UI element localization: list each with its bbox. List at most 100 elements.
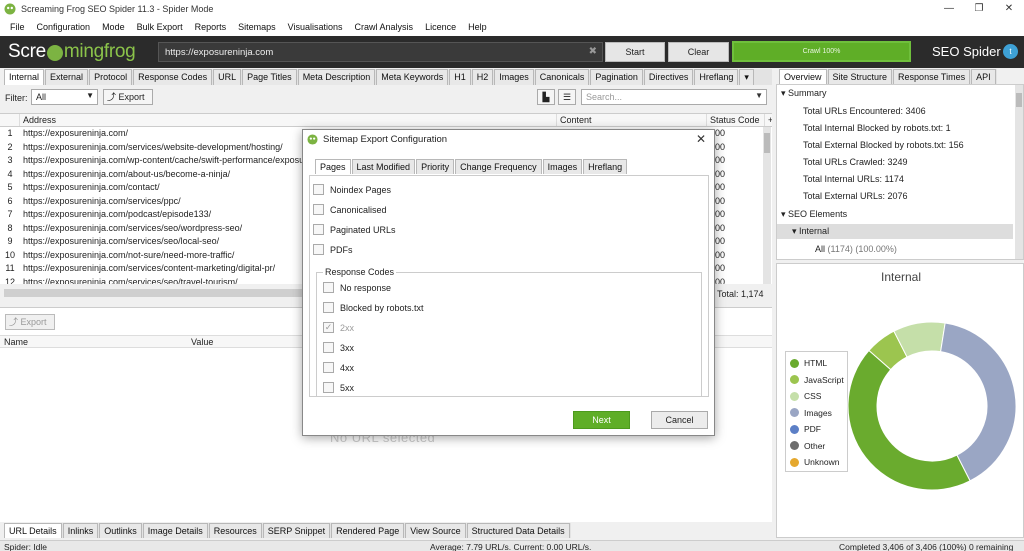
checkbox-box[interactable] — [323, 282, 334, 293]
tab-internal[interactable]: Internal — [4, 69, 45, 85]
column-name[interactable]: Name — [4, 337, 28, 347]
pdfs-checkbox[interactable]: PDFs — [313, 244, 353, 255]
checkbox-box[interactable] — [313, 204, 324, 215]
clear-button[interactable]: Clear — [668, 42, 729, 62]
start-button[interactable]: Start — [605, 42, 665, 62]
menu-licence[interactable]: Licence — [419, 22, 462, 32]
summary-item[interactable]: Total External Blocked by robots.txt: 15… — [803, 140, 964, 150]
close-icon[interactable]: ✕ — [696, 132, 706, 146]
tab-canonicals[interactable]: Canonicals — [534, 69, 590, 85]
tab-external[interactable]: External — [45, 69, 89, 85]
4xx-checkbox[interactable]: 4xx — [323, 362, 354, 373]
column-content[interactable]: Content — [557, 114, 707, 126]
clear-url-icon[interactable]: ✖ — [589, 46, 597, 57]
tab-response-times[interactable]: Response Times — [893, 69, 971, 85]
tab-serp-snippet[interactable]: SERP Snippet — [262, 523, 331, 538]
tree-internal[interactable]: ▾ Internal — [777, 224, 1013, 239]
search-input[interactable]: Search... ▼ — [581, 89, 767, 105]
summary-item[interactable]: Total Internal Blocked by robots.txt: 1 — [803, 123, 951, 133]
url-input[interactable]: https://exposureninja.com ✖ — [158, 42, 603, 62]
tab-outlinks[interactable]: Outlinks — [99, 523, 142, 538]
tab-change-frequency[interactable]: Change Frequency — [455, 159, 542, 174]
export-button[interactable]: ⤴ Export — [103, 89, 153, 105]
menu-help[interactable]: Help — [462, 22, 493, 32]
tab-rendered-page[interactable]: Rendered Page — [331, 523, 405, 538]
collapse-icon[interactable]: ▾ — [781, 88, 786, 98]
noindex-pages-checkbox[interactable]: Noindex Pages — [313, 184, 391, 195]
tree-seo-elements[interactable]: ▾ SEO Elements — [781, 209, 847, 220]
menu-mode[interactable]: Mode — [96, 22, 131, 32]
tab-structured-data-details[interactable]: Structured Data Details — [466, 523, 570, 538]
5xx-checkbox[interactable]: 5xx — [323, 382, 354, 393]
tree-view-icon[interactable]: ▙ — [537, 89, 555, 105]
tab-hreflang[interactable]: Hreflang — [583, 159, 628, 174]
menu-file[interactable]: File — [4, 22, 31, 32]
table-vertical-scrollbar[interactable] — [763, 127, 771, 284]
tab-inlinks[interactable]: Inlinks — [62, 523, 99, 538]
menu-configuration[interactable]: Configuration — [31, 22, 97, 32]
tab-directives[interactable]: Directives — [643, 69, 694, 85]
minimize-icon[interactable]: — — [934, 0, 964, 18]
canonicalised-checkbox[interactable]: Canonicalised — [313, 204, 387, 215]
details-export-button[interactable]: ⤴ Export — [5, 314, 55, 330]
tab-priority[interactable]: Priority — [416, 159, 455, 174]
checkbox-box[interactable] — [323, 382, 334, 393]
tab-response-codes[interactable]: Response Codes — [133, 69, 213, 85]
checkbox-box[interactable] — [313, 244, 324, 255]
3xx-checkbox[interactable]: 3xx — [323, 342, 354, 353]
paginated-urls-checkbox[interactable]: Paginated URLs — [313, 224, 396, 235]
legend-item[interactable]: PDF — [790, 424, 821, 434]
column-address[interactable]: Address — [20, 114, 557, 126]
tab-meta-description[interactable]: Meta Description — [297, 69, 376, 85]
close-window-icon[interactable]: ✕ — [994, 0, 1024, 18]
checkbox-box[interactable] — [323, 342, 334, 353]
summary-item[interactable]: Total Internal URLs: 1174 — [803, 174, 904, 184]
tab-url[interactable]: URL — [213, 69, 242, 85]
maximize-icon[interactable]: ❐ — [964, 0, 994, 18]
tab-pages[interactable]: Pages — [315, 159, 351, 174]
tab-site-structure[interactable]: Site Structure — [827, 69, 893, 85]
donut-slice-html[interactable] — [847, 349, 971, 491]
checkbox-box[interactable] — [323, 302, 334, 313]
tab-last-modified[interactable]: Last Modified — [351, 159, 416, 174]
tab-url-details[interactable]: URL Details — [4, 523, 62, 538]
tab-protocol[interactable]: Protocol — [89, 69, 133, 85]
collapse-icon[interactable]: ▾ — [792, 226, 797, 236]
menu-visualisations[interactable]: Visualisations — [282, 22, 349, 32]
tab-images[interactable]: Images — [494, 69, 534, 85]
legend-item[interactable]: CSS — [790, 391, 821, 401]
tab-hreflang[interactable]: Hreflang — [694, 69, 739, 85]
tab-page-titles[interactable]: Page Titles — [242, 69, 297, 85]
summary-item[interactable]: Total External URLs: 2076 — [803, 191, 908, 201]
tabs-overflow-icon[interactable]: ▾ — [739, 69, 754, 85]
menu-bulk-export[interactable]: Bulk Export — [131, 22, 189, 32]
menu-reports[interactable]: Reports — [189, 22, 233, 32]
legend-item[interactable]: Images — [790, 408, 832, 418]
summary-item[interactable]: Total URLs Encountered: 3406 — [803, 106, 926, 116]
legend-item[interactable]: JavaScript — [790, 375, 844, 385]
tab-api[interactable]: API — [971, 69, 996, 85]
cancel-button[interactable]: Cancel — [651, 411, 708, 429]
tab-images[interactable]: Images — [542, 159, 583, 174]
collapse-icon[interactable]: ▾ — [781, 209, 786, 219]
menu-sitemaps[interactable]: Sitemaps — [232, 22, 282, 32]
filter-select[interactable]: All ▼ — [31, 89, 98, 105]
checkbox-box[interactable] — [313, 224, 324, 235]
list-view-icon[interactable]: ☰ — [558, 89, 576, 105]
summary-item[interactable]: Total URLs Crawled: 3249 — [803, 157, 908, 167]
tab-image-details[interactable]: Image Details — [142, 523, 208, 538]
twitter-icon[interactable]: t — [1003, 44, 1018, 59]
legend-item[interactable]: Unknown — [790, 457, 839, 467]
add-column-icon[interactable]: + — [765, 114, 772, 126]
tree-internal-all[interactable]: All (1174) (100.00%) — [815, 244, 897, 254]
legend-item[interactable]: Other — [790, 441, 825, 451]
overview-scrollbar[interactable] — [1015, 85, 1023, 259]
blocked-by-robots-checkbox[interactable]: Blocked by robots.txt — [323, 302, 424, 313]
tab-pagination[interactable]: Pagination — [590, 69, 643, 85]
column-value[interactable]: Value — [191, 337, 213, 347]
table-horizontal-scrollbar[interactable] — [4, 289, 304, 297]
tree-summary[interactable]: ▾ Summary — [781, 88, 827, 99]
tab-h2[interactable]: H2 — [471, 69, 494, 85]
tab-h1[interactable]: H1 — [449, 69, 471, 85]
checkbox-box[interactable] — [313, 184, 324, 195]
